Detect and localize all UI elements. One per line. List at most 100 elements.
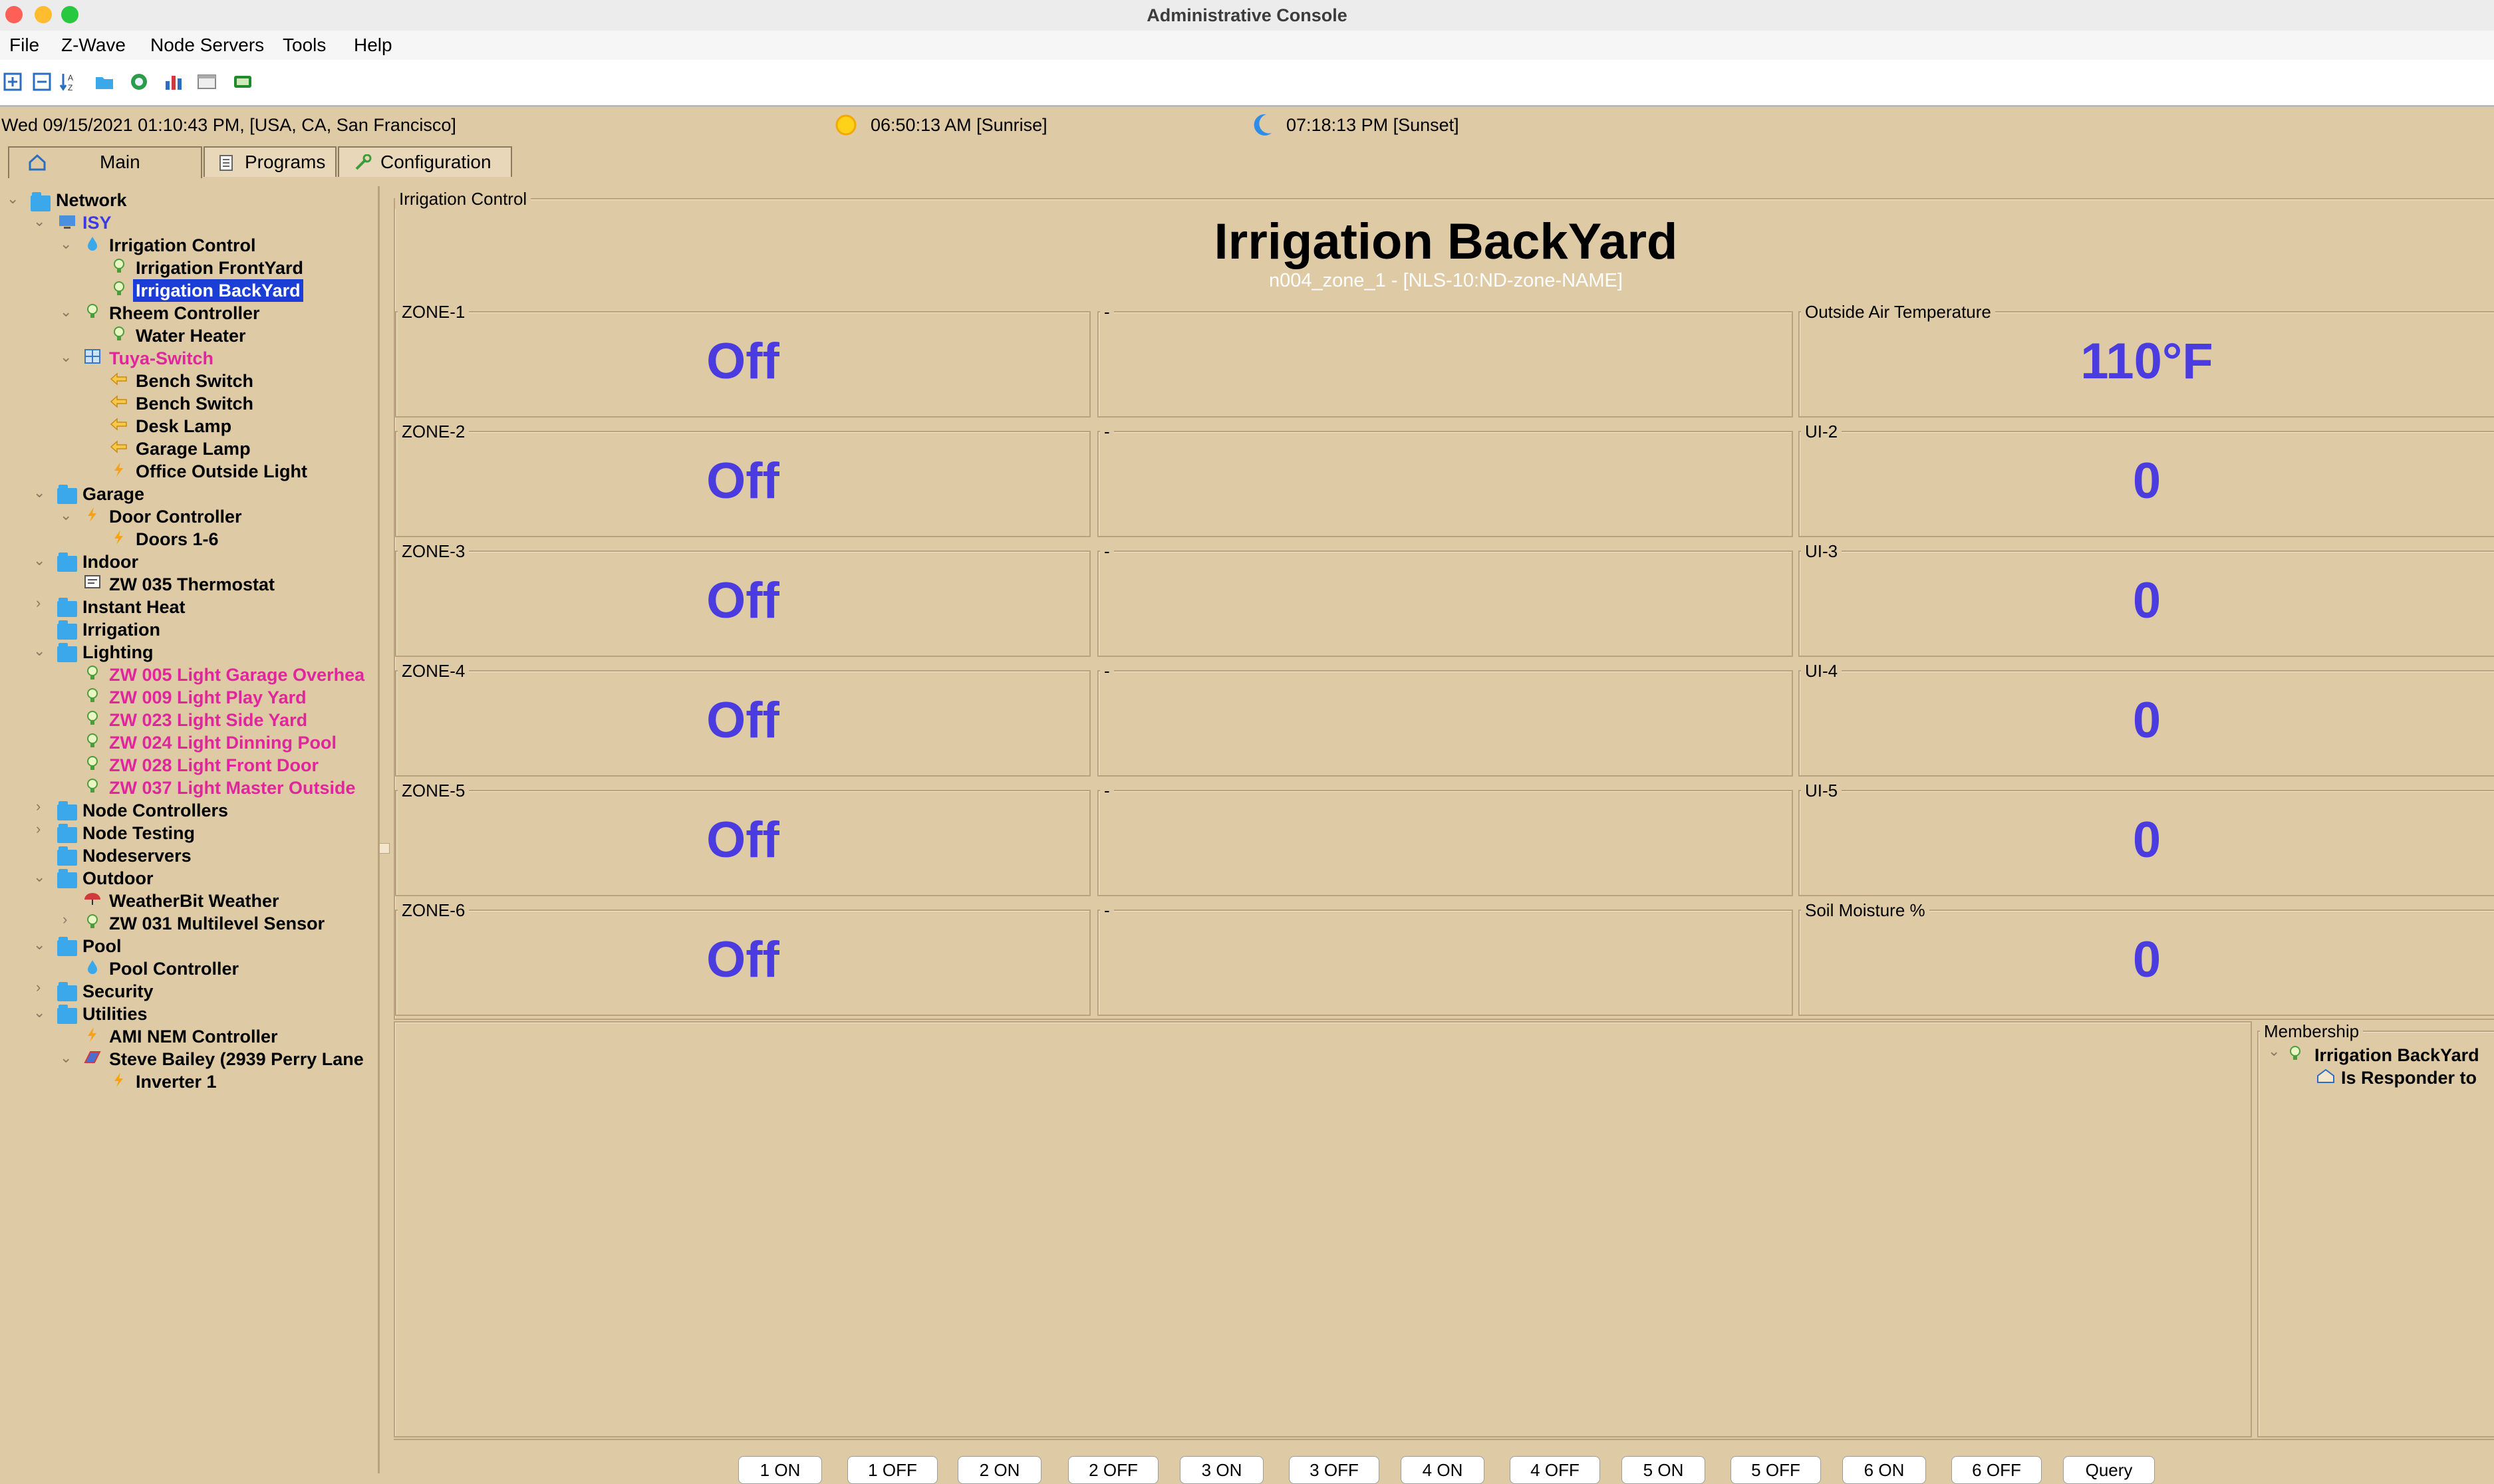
expand-toggle[interactable]: ⌄	[60, 235, 72, 253]
tree-item-steve-bailey[interactable]: Steve Bailey (2939 Perry Lane	[109, 1048, 364, 1070]
expand-toggle[interactable]: ⌄	[33, 484, 45, 501]
zone-2-off-button[interactable]: 2 OFF	[1068, 1456, 1159, 1484]
menu-tools[interactable]: Tools	[283, 31, 326, 60]
tab-configuration[interactable]: Configuration	[338, 146, 512, 177]
zone-6-off-button[interactable]: 6 OFF	[1951, 1456, 2042, 1484]
expand-toggle[interactable]: ⌄	[33, 1004, 45, 1021]
tree-item-light-028[interactable]: ZW 028 Light Front Door	[109, 754, 319, 777]
membership-item[interactable]: Irrigation BackYard	[2314, 1044, 2479, 1066]
menu-file[interactable]: File	[9, 31, 39, 60]
tree-item-bench-switch[interactable]: Bench Switch	[136, 370, 253, 392]
tree-item-doors[interactable]: Doors 1-6	[136, 528, 219, 551]
zone-6-on-button[interactable]: 6 ON	[1842, 1456, 1926, 1484]
expand-tree-icon[interactable]	[3, 72, 23, 92]
chart-icon[interactable]	[164, 72, 184, 92]
tree-item-lighting[interactable]: Lighting	[82, 641, 153, 664]
tree-item-tuya-switch[interactable]: Tuya-Switch	[109, 347, 213, 370]
sensor-panel: Soil Moisture % 0	[1798, 900, 2494, 1016]
tree-item-light-037[interactable]: ZW 037 Light Master Outside	[109, 777, 356, 799]
tree-item-light-024[interactable]: ZW 024 Light Dinning Pool	[109, 731, 337, 754]
tree-item-irrigation-frontyard[interactable]: Irrigation FrontYard	[136, 257, 303, 279]
zone-5-on-button[interactable]: 5 ON	[1621, 1456, 1705, 1484]
zone-4-off-button[interactable]: 4 OFF	[1510, 1456, 1600, 1484]
middle-label: -	[1100, 900, 1114, 920]
battery-icon[interactable]	[233, 72, 253, 92]
expand-toggle[interactable]: ⌄	[60, 1049, 72, 1066]
tab-main[interactable]: Main	[8, 146, 202, 178]
menu-zwave[interactable]: Z-Wave	[61, 31, 126, 60]
tree-item-irrigation-backyard[interactable]: Irrigation BackYard	[133, 279, 303, 302]
tree-item-security[interactable]: Security	[82, 980, 154, 1003]
tree-item-ami-nem[interactable]: AMI NEM Controller	[109, 1025, 278, 1048]
zone-4-on-button[interactable]: 4 ON	[1401, 1456, 1484, 1484]
expand-toggle[interactable]: ⌄	[33, 868, 45, 886]
folder-icon[interactable]	[94, 72, 114, 92]
tree-item-office-outside-light[interactable]: Office Outside Light	[136, 460, 307, 483]
tree-item-garage[interactable]: Garage	[82, 483, 144, 505]
tree-item-node-controllers[interactable]: Node Controllers	[82, 799, 228, 822]
tree-item-light-023[interactable]: ZW 023 Light Side Yard	[109, 709, 307, 731]
expand-toggle[interactable]: ⌄	[60, 348, 72, 366]
tree-item-node-testing[interactable]: Node Testing	[82, 822, 195, 844]
expand-toggle[interactable]: ⌄	[60, 507, 72, 524]
tree-item-indoor[interactable]: Indoor	[82, 551, 138, 573]
collapsed-toggle[interactable]: ›	[36, 979, 41, 996]
tree-item-outdoor[interactable]: Outdoor	[82, 867, 153, 890]
tree-item-light-009[interactable]: ZW 009 Light Play Yard	[109, 686, 307, 709]
query-button[interactable]: Query	[2063, 1456, 2155, 1484]
splitter-handle[interactable]	[379, 843, 390, 854]
tree-item-thermostat[interactable]: ZW 035 Thermostat	[109, 573, 275, 596]
tree-item-instant-heat[interactable]: Instant Heat	[82, 596, 186, 618]
menu-help[interactable]: Help	[354, 31, 392, 60]
collapsed-toggle[interactable]: ›	[63, 911, 67, 928]
tab-programs[interactable]: Programs	[204, 146, 337, 177]
tree-item-irrigation[interactable]: Irrigation	[82, 618, 160, 641]
window-icon[interactable]	[197, 72, 217, 92]
zone-1-on-button[interactable]: 1 ON	[738, 1456, 822, 1484]
lightning-icon	[114, 1072, 123, 1087]
expand-toggle[interactable]: ⌄	[33, 642, 45, 660]
tree-item-irrigation-control[interactable]: Irrigation Control	[109, 234, 255, 257]
tree-item-rheem-controller[interactable]: Rheem Controller	[109, 302, 260, 324]
tree-item-inverter[interactable]: Inverter 1	[136, 1070, 217, 1093]
menu-node-servers[interactable]: Node Servers	[150, 31, 264, 60]
tree-item-weatherbit[interactable]: WeatherBit Weather	[109, 890, 279, 912]
sunrise-time: 06:50:13 AM [Sunrise]	[871, 115, 1047, 135]
device-tree[interactable]: ⌄ Network ⌄ ISY ⌄ Irrigation Control Irr…	[0, 186, 380, 1473]
tree-item-light-005[interactable]: ZW 005 Light Garage Overhea	[109, 664, 364, 686]
zone-2-on-button[interactable]: 2 ON	[958, 1456, 1041, 1484]
tree-item-water-heater[interactable]: Water Heater	[136, 324, 246, 347]
zone-panel: ZONE-5 Off	[395, 781, 1091, 896]
expand-toggle[interactable]: ⌄	[33, 936, 45, 953]
collapsed-toggle[interactable]: ›	[36, 820, 41, 838]
collapse-tree-icon[interactable]	[32, 72, 52, 92]
lightning-icon	[88, 1027, 96, 1042]
network-icon[interactable]	[129, 72, 149, 92]
tree-item-bench-switch[interactable]: Bench Switch	[136, 392, 253, 415]
sort-icon[interactable]: AZ	[59, 72, 78, 92]
membership-child[interactable]: Is Responder to	[2341, 1066, 2477, 1089]
tree-item-multilevel-sensor[interactable]: ZW 031 Multilevel Sensor	[109, 912, 325, 935]
tree-item-nodeservers[interactable]: Nodeservers	[82, 844, 192, 867]
zone-panel: ZONE-2 Off	[395, 422, 1091, 537]
tree-item-isy[interactable]: ISY	[82, 211, 112, 234]
tree-item-pool-controller[interactable]: Pool Controller	[109, 957, 239, 980]
tree-item-utilities[interactable]: Utilities	[82, 1003, 148, 1025]
zone-3-off-button[interactable]: 3 OFF	[1289, 1456, 1379, 1484]
zone-1-off-button[interactable]: 1 OFF	[847, 1456, 938, 1484]
expand-toggle[interactable]: ⌄	[33, 552, 45, 569]
collapsed-toggle[interactable]: ›	[36, 594, 41, 612]
tree-item-pool[interactable]: Pool	[82, 935, 122, 957]
expand-toggle[interactable]: ⌄	[60, 303, 72, 320]
collapsed-toggle[interactable]: ›	[36, 798, 41, 815]
tree-item-desk-lamp[interactable]: Desk Lamp	[136, 415, 231, 437]
tree-item-door-controller[interactable]: Door Controller	[109, 505, 242, 528]
expand-toggle[interactable]: ⌄	[7, 190, 19, 207]
expand-toggle[interactable]: ⌄	[2268, 1043, 2280, 1060]
zone-5-off-button[interactable]: 5 OFF	[1731, 1456, 1821, 1484]
tree-item-garage-lamp[interactable]: Garage Lamp	[136, 437, 251, 460]
lightbulb-icon	[87, 756, 98, 770]
expand-toggle[interactable]: ⌄	[33, 213, 45, 230]
zone-3-on-button[interactable]: 3 ON	[1180, 1456, 1264, 1484]
tree-item-network[interactable]: Network	[56, 189, 127, 211]
